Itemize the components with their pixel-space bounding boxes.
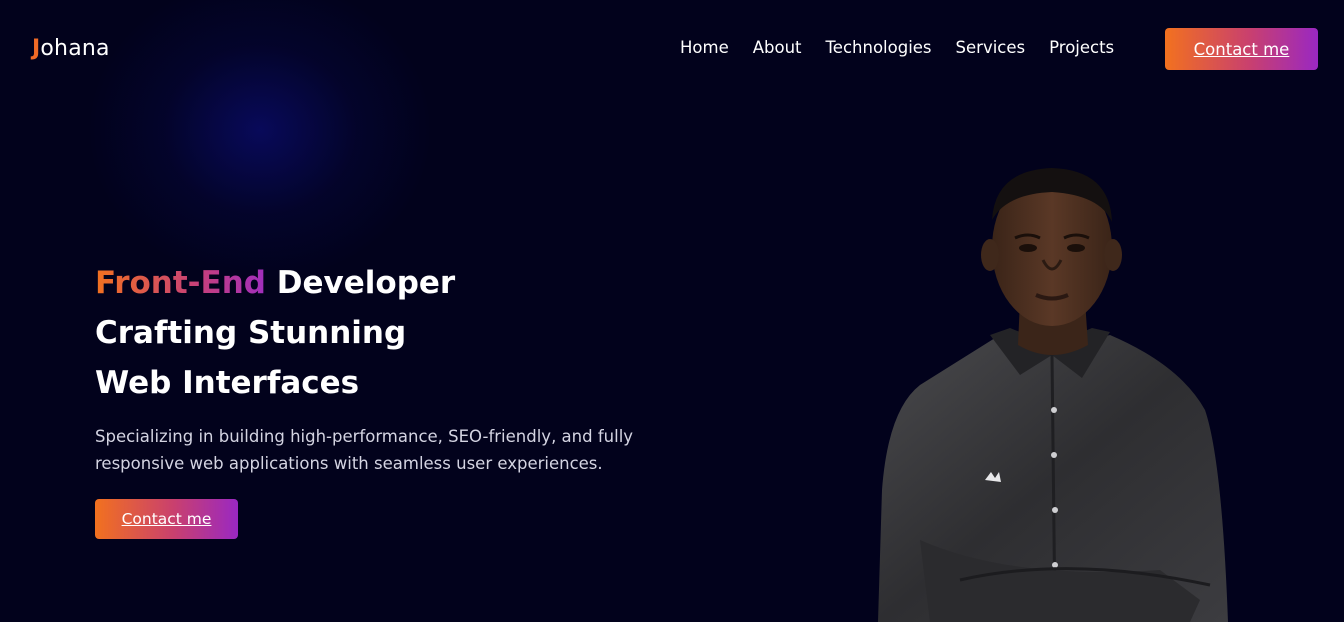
nav-item-home[interactable]: Home (680, 38, 729, 57)
nav-item-projects[interactable]: Projects (1049, 38, 1114, 57)
hero-title-line-3: Web Interfaces (95, 365, 360, 401)
hero-title-line-1: Front-End Developer (95, 265, 455, 301)
person-portrait-icon (860, 160, 1260, 622)
nav-item-technologies[interactable]: Technologies (826, 38, 932, 57)
top-navigation: Johana Home About Technologies Services … (0, 0, 1344, 98)
hero-title-highlight: Front-End (95, 265, 266, 301)
hero-title-role: Developer (265, 265, 456, 301)
hero-contact-button[interactable]: Contact me (95, 499, 238, 539)
nav-contact-button[interactable]: Contact me (1165, 28, 1318, 70)
hero-description: Specializing in building high-performanc… (95, 427, 634, 473)
nav-item-services[interactable]: Services (956, 38, 1026, 57)
hero-title: Front-End Developer Crafting Stunning We… (95, 258, 455, 408)
hero-title-line-2: Crafting Stunning (95, 315, 407, 351)
logo-text: ohana (40, 36, 110, 61)
nav-item-about[interactable]: About (753, 38, 802, 57)
nav-links: Home About Technologies Services Project… (680, 38, 1138, 57)
site-logo[interactable]: Johana (32, 36, 110, 61)
